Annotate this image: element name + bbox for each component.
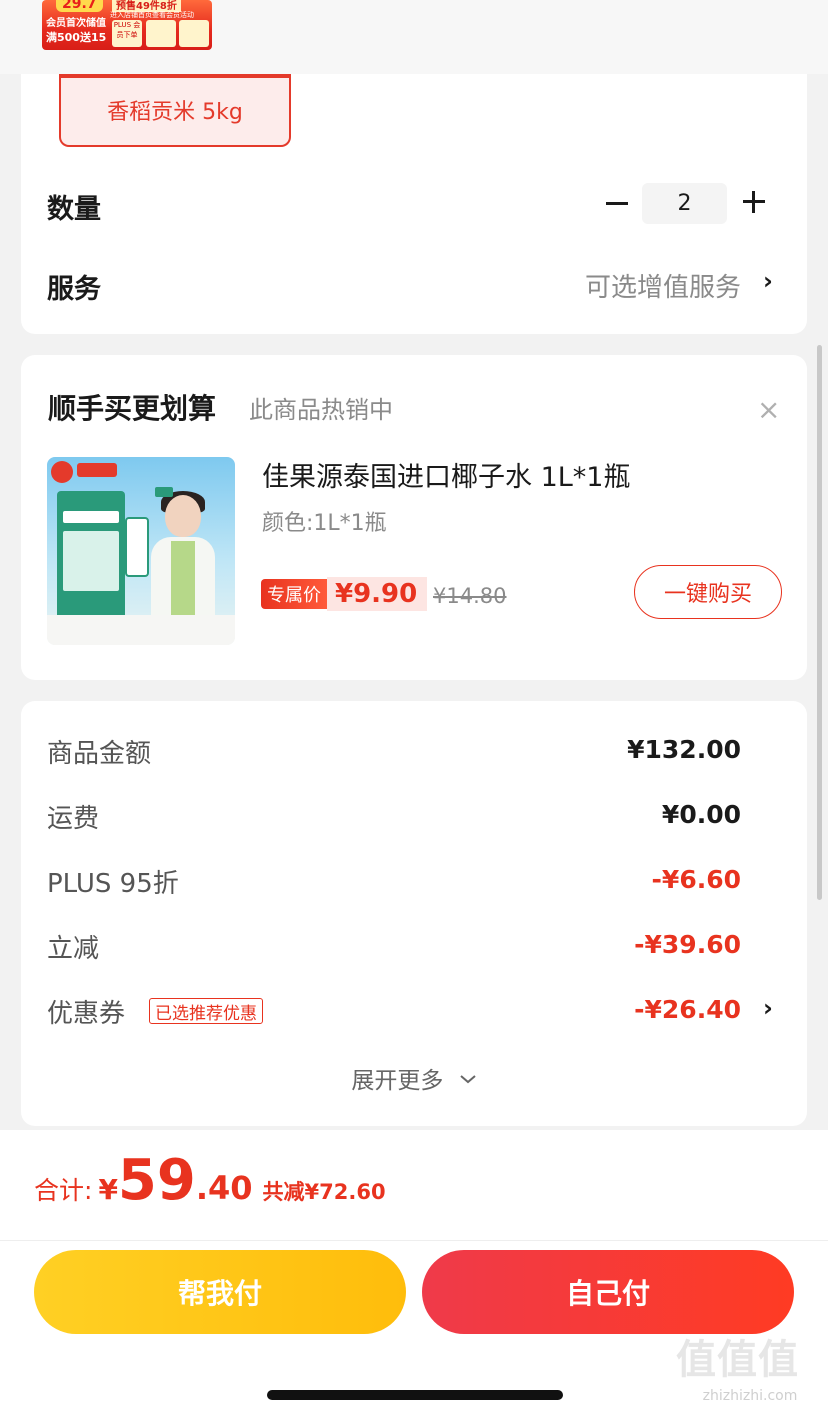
expand-more-label: 展开更多 <box>351 1068 444 1094</box>
addon-original-price: ¥14.80 <box>433 584 507 608</box>
addon-card: 顺手买更划算 此商品热销中 × 佳果源泰国进口椰子水 1L*1瓶 颜色:1L*1… <box>21 355 807 680</box>
addon-price-tag: 专属价 ¥9.90 <box>261 577 428 611</box>
promo-line1: 会员首次储值 <box>46 18 106 29</box>
addon-product-image[interactable] <box>47 457 235 645</box>
order-options-card: 香稻贡米 5kg 数量 2 服务 可选增值服务 › <box>21 74 807 334</box>
watermark: 值值值 zhizhizhi.com <box>676 1334 824 1414</box>
one-click-buy-button[interactable]: 一键购买 <box>634 565 782 619</box>
coupon-badge[interactable]: 已选推荐优惠 <box>149 998 263 1024</box>
close-icon[interactable]: × <box>757 393 780 426</box>
checkout-bar: 合计: ¥ 59 .40 共减¥72.60 帮我付 自己付 值值值 zhizhi… <box>0 1130 828 1419</box>
brand-badge-icon <box>51 461 73 483</box>
addon-product-spec: 颜色:1L*1瓶 <box>262 511 387 536</box>
promo-mini-1: PLUS 会员下单 <box>112 20 142 47</box>
service-value[interactable]: 可选增值服务 <box>585 267 741 304</box>
chevron-right-icon[interactable]: › <box>763 267 773 295</box>
top-bar: 29.7 预售49件8折 进入店铺首页查看会员活动 会员首次储值 满500送15… <box>0 0 828 74</box>
exclusive-price-label: 专属价 <box>261 579 327 609</box>
quantity-input[interactable]: 2 <box>642 183 727 224</box>
quantity-increase-button[interactable] <box>740 188 768 216</box>
promo-banner[interactable]: 29.7 预售49件8折 进入店铺首页查看会员活动 会员首次储值 满500送15… <box>42 0 212 50</box>
total-decimal: .40 <box>195 1169 253 1207</box>
self-pay-button[interactable]: 自己付 <box>422 1250 794 1334</box>
divider <box>0 1240 828 1241</box>
scrollbar[interactable] <box>817 345 822 900</box>
fee-value-plus-discount: -¥6.60 <box>651 865 741 894</box>
model-figure <box>147 491 217 631</box>
fee-label-subtotal: 商品金额 <box>47 739 152 769</box>
watermark-logo: 值值值 <box>676 1337 799 1383</box>
total-currency: ¥ <box>98 1173 118 1206</box>
fee-label-coupon: 优惠券 <box>47 999 126 1029</box>
help-pay-button[interactable]: 帮我付 <box>34 1250 406 1334</box>
selected-spec-chip[interactable]: 香稻贡米 5kg <box>59 74 291 147</box>
fee-label-instant-discount: 立减 <box>47 934 100 964</box>
fee-label-plus-discount: PLUS 95折 <box>47 869 179 899</box>
addon-product-name[interactable]: 佳果源泰国进口椰子水 1L*1瓶 <box>262 455 630 494</box>
promo-mini-2 <box>146 20 176 47</box>
promo-sub: 进入店铺首页查看会员活动 <box>110 11 194 19</box>
minus-icon <box>606 201 628 205</box>
promo-mini-3 <box>179 20 209 47</box>
service-label: 服务 <box>47 274 101 305</box>
watermark-site: zhizhizhi.com <box>702 1388 798 1404</box>
bottle-icon <box>125 517 149 577</box>
quantity-label: 数量 <box>47 194 101 225</box>
fee-breakdown-card: 商品金额 ¥132.00 运费 ¥0.00 PLUS 95折 -¥6.60 立减… <box>21 701 807 1126</box>
total-saved: 共减¥72.60 <box>262 1180 386 1204</box>
addon-title: 顺手买更划算 <box>48 392 217 425</box>
quantity-decrease-button[interactable] <box>603 189 631 217</box>
coconut-water-carton <box>57 491 125 621</box>
chevron-right-icon[interactable]: › <box>763 994 773 1022</box>
fee-value-coupon[interactable]: -¥26.40 <box>634 995 741 1024</box>
fee-value-instant-discount: -¥39.60 <box>634 930 741 959</box>
fee-label-shipping: 运费 <box>47 804 100 834</box>
promo-price: 29.7 <box>56 0 103 12</box>
home-indicator[interactable] <box>267 1390 563 1400</box>
expand-more-button[interactable]: 展开更多 <box>21 1061 807 1095</box>
promo-line2: 满500送15 <box>46 31 107 44</box>
total-integer: 59 <box>117 1148 196 1213</box>
brand-logo <box>77 463 117 477</box>
addon-price: ¥9.90 <box>327 577 428 611</box>
fee-value-subtotal: ¥132.00 <box>627 735 741 764</box>
chevron-down-icon <box>459 1064 477 1090</box>
fee-value-shipping: ¥0.00 <box>661 800 741 829</box>
addon-subtitle: 此商品热销中 <box>249 396 393 424</box>
total-amount: 合计: ¥ 59 .40 共减¥72.60 <box>34 1153 386 1209</box>
total-label: 合计: <box>34 1176 93 1205</box>
